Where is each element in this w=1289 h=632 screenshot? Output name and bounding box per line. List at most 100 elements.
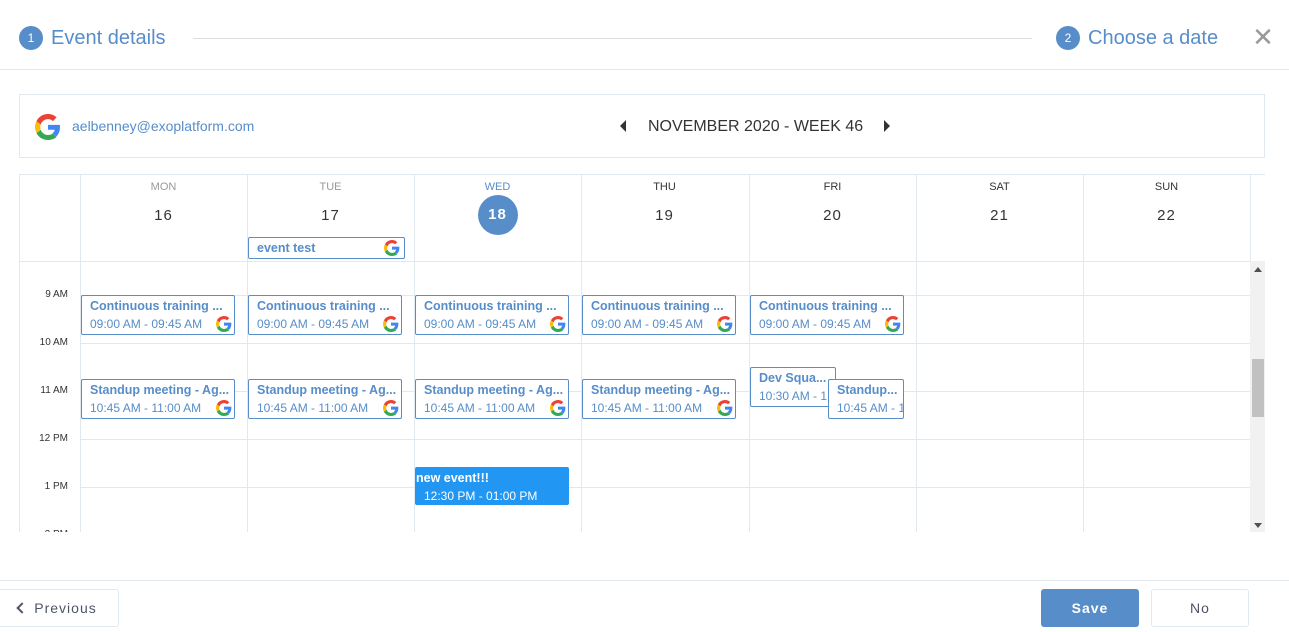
allday-divider (20, 261, 1250, 262)
day-number: 19 (655, 207, 674, 224)
day-number: 21 (990, 207, 1009, 224)
hour-line (80, 343, 1250, 344)
day-header-thu[interactable]: THU 19 (581, 175, 748, 255)
event-time: 10:45 AM - 11:00 AM (257, 401, 369, 415)
event-title: event test (257, 241, 316, 255)
calendar-event[interactable]: Dev Squa... 10:30 AM - 1 (750, 367, 836, 407)
step-2-number: 2 (1056, 26, 1080, 50)
scroll-down-arrow-icon[interactable] (1254, 523, 1262, 528)
stepper-header: 1 Event details 2 Choose a date ✕ (0, 0, 1289, 70)
event-time: 10:45 AM - 11:00 AM (90, 401, 202, 415)
previous-label: Previous (34, 600, 97, 616)
event-time: 10:45 AM - 1 (837, 401, 904, 415)
caret-right-icon[interactable] (882, 119, 892, 133)
event-time: 09:00 AM - 09:45 AM (257, 317, 370, 331)
footer-divider (0, 580, 1289, 581)
google-icon (216, 400, 232, 416)
event-time: 09:00 AM - 09:45 AM (591, 317, 704, 331)
google-icon (717, 316, 733, 332)
allday-event[interactable]: event test (248, 237, 405, 259)
previous-button[interactable]: Previous (0, 589, 119, 627)
today-day-number: 18 (477, 195, 518, 235)
caret-left-icon[interactable] (618, 119, 628, 133)
scroll-up-arrow-icon[interactable] (1254, 267, 1262, 272)
google-icon (885, 316, 901, 332)
hour-label: 1 PM (44, 481, 68, 492)
hour-label: 10 AM (39, 337, 68, 348)
calendar-toolbar: aelbenney@exoplatform.com NOVEMBER 2020 … (19, 94, 1265, 158)
event-title: new event!!! (416, 471, 489, 485)
event-time: 09:00 AM - 09:45 AM (90, 317, 203, 331)
day-header-sat[interactable]: SAT 21 (916, 175, 1083, 255)
calendar-event[interactable]: Continuous training ... 09:00 AM - 09:45 … (415, 295, 569, 335)
google-icon (35, 114, 60, 140)
week-calendar: MON 16 TUE 17 WED 18 THU 19 FRI 20 SAT 21 SUN 22 9 AM… (19, 174, 1265, 532)
hour-label: 2 PM (20, 529, 68, 532)
day-header-sun[interactable]: SUN 22 (1083, 175, 1250, 255)
step-1-number: 1 (19, 26, 43, 50)
calendar-event[interactable]: Continuous training ... 09:00 AM - 09:45 … (248, 295, 402, 335)
calendar-event[interactable]: Continuous training ... 09:00 AM - 09:45 … (750, 295, 904, 335)
day-name: SAT (989, 181, 1010, 193)
event-time: 09:00 AM - 09:45 AM (759, 317, 872, 331)
day-name: FRI (823, 181, 842, 193)
calendar-event[interactable]: Continuous training ... 09:00 AM - 09:45 … (582, 295, 736, 335)
day-number: 20 (823, 207, 842, 224)
day-name: WED (484, 181, 511, 193)
calendar-event[interactable]: Continuous training ... 09:00 AM - 09:45 … (81, 295, 235, 335)
google-icon (717, 400, 733, 416)
day-header-mon[interactable]: MON 16 (80, 175, 247, 255)
event-time: 10:45 AM - 11:00 AM (424, 401, 536, 415)
day-number: 16 (154, 207, 173, 224)
google-icon (383, 400, 399, 416)
day-name: MON (150, 181, 177, 193)
calendar-event[interactable]: Standup meeting - Ag... 10:45 AM - 11:00 … (81, 379, 235, 419)
calendar-scrollbar[interactable] (1250, 261, 1265, 532)
event-time: 10:45 AM - 11:00 AM (591, 401, 703, 415)
event-title: Continuous training ... (591, 299, 724, 313)
google-icon (384, 240, 400, 256)
event-time: 09:00 AM - 09:45 AM (424, 317, 537, 331)
event-title: Standup meeting - Ag... (424, 383, 564, 397)
stepper-divider (193, 38, 1032, 39)
calendar-event[interactable]: Standup meeting - Ag... 10:45 AM - 11:00 … (415, 379, 569, 419)
event-title: Standup meeting - Ag... (591, 383, 731, 397)
event-title: Dev Squa... (759, 371, 827, 385)
no-button[interactable]: No (1151, 589, 1249, 627)
event-time: 10:30 AM - 1 (759, 389, 828, 403)
chevron-left-icon (16, 602, 28, 614)
step-1-label[interactable]: Event details (51, 27, 166, 50)
day-name: THU (653, 181, 676, 193)
hour-label: 9 AM (45, 289, 68, 300)
step-2-label[interactable]: Choose a date (1088, 27, 1218, 50)
hour-label: 12 PM (39, 433, 68, 444)
account-email: aelbenney@exoplatform.com (72, 118, 255, 134)
day-number: 22 (1157, 207, 1176, 224)
event-title: Standup meeting - Ag... (257, 383, 397, 397)
google-icon (550, 400, 566, 416)
new-event[interactable]: new event!!! 12:30 PM - 01:00 PM (415, 467, 569, 505)
google-icon (216, 316, 232, 332)
hour-line (80, 487, 1250, 488)
day-number: 17 (321, 207, 340, 224)
calendar-event[interactable]: Standup meeting - Ag... 10:45 AM - 11:00 … (582, 379, 736, 419)
event-time: 12:30 PM - 01:00 PM (424, 489, 538, 503)
day-header-fri[interactable]: FRI 20 (749, 175, 916, 255)
close-icon[interactable]: ✕ (1252, 25, 1274, 51)
event-title: Standup... (837, 383, 898, 397)
day-name: SUN (1154, 181, 1179, 193)
event-title: Continuous training ... (759, 299, 892, 313)
day-name: TUE (319, 181, 342, 193)
calendar-event[interactable]: Standup meeting - Ag... 10:45 AM - 11:00 … (248, 379, 402, 419)
save-button[interactable]: Save (1041, 589, 1139, 627)
event-title: Standup meeting - Ag... (90, 383, 230, 397)
day-header-wed[interactable]: WED 18 (414, 175, 581, 255)
hour-label: 11 AM (40, 385, 68, 396)
calendar-event[interactable]: Standup... 10:45 AM - 1 (828, 379, 904, 419)
event-title: Continuous training ... (257, 299, 390, 313)
week-label: NOVEMBER 2020 - WEEK 46 (648, 118, 864, 135)
event-title: Continuous training ... (90, 299, 223, 313)
event-title: Continuous training ... (424, 299, 557, 313)
scroll-thumb[interactable] (1252, 359, 1264, 417)
hour-line (80, 439, 1250, 440)
